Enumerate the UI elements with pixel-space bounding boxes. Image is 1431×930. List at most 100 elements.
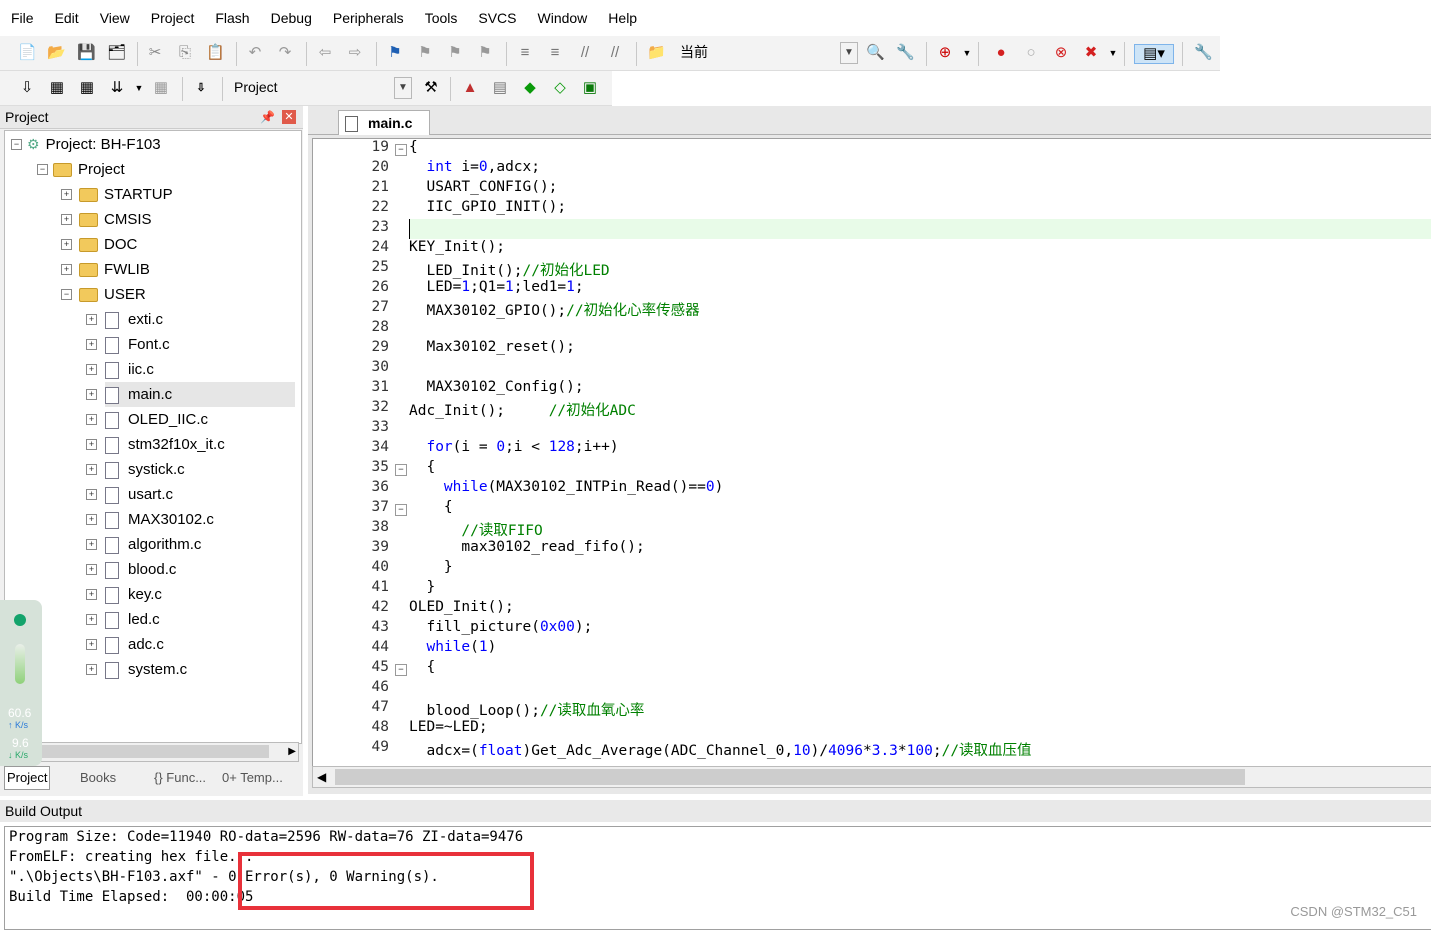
chevron-down-icon[interactable]: ▼: [840, 42, 858, 64]
build-output-text[interactable]: Program Size: Code=11940 RO-data=2596 RW…: [4, 826, 1431, 930]
open-file-icon[interactable]: 📂: [47, 44, 66, 62]
collapse-icon[interactable]: −: [61, 289, 72, 300]
chevron-down-icon[interactable]: ▼: [958, 44, 976, 62]
incremental-find-icon[interactable]: 🔧: [896, 44, 915, 62]
expand-icon[interactable]: +: [86, 589, 97, 600]
tree-file[interactable]: led.c: [105, 607, 160, 632]
chevron-down-icon[interactable]: ▼: [130, 79, 148, 97]
undo-icon[interactable]: ↶: [246, 44, 264, 62]
clear-bookmarks-icon[interactable]: ⚑: [476, 44, 494, 62]
tree-file[interactable]: blood.c: [105, 557, 176, 582]
scrollbar-thumb[interactable]: [7, 745, 269, 758]
bookmark-icon[interactable]: ⚑: [386, 44, 404, 62]
load-icon[interactable]: ⇩: [192, 79, 210, 97]
panel-tab-0[interactable]: Project: [4, 766, 51, 790]
prev-bookmark-icon[interactable]: ⚑: [416, 44, 434, 62]
find-icon[interactable]: 🔍: [866, 44, 885, 62]
panel-tab-1[interactable]: Books: [80, 766, 116, 790]
translate-icon[interactable]: ⇩: [18, 79, 36, 97]
expand-icon[interactable]: +: [86, 614, 97, 625]
paste-icon[interactable]: 📋: [206, 44, 225, 62]
tree-horizontal-scrollbar[interactable]: ▶: [4, 742, 299, 762]
menu-item-flash[interactable]: Flash: [204, 10, 259, 26]
tree-folder-user[interactable]: USER: [79, 282, 146, 307]
expand-icon[interactable]: +: [86, 539, 97, 550]
menu-item-peripherals[interactable]: Peripherals: [322, 10, 414, 26]
tree-file[interactable]: stm32f10x_it.c: [105, 432, 225, 457]
window-layout-icon[interactable]: ▤▾: [1134, 44, 1174, 64]
indent-icon[interactable]: ≡: [516, 44, 534, 62]
collapse-icon[interactable]: −: [11, 139, 22, 150]
tree-file[interactable]: main.c: [105, 382, 295, 407]
tree-file[interactable]: MAX30102.c: [105, 507, 214, 532]
menu-item-svcs[interactable]: SVCS: [467, 10, 526, 26]
scroll-left-icon[interactable]: ◀: [317, 767, 326, 787]
save-icon[interactable]: 💾: [77, 44, 96, 62]
target-options-icon[interactable]: ⚒: [422, 79, 440, 97]
panel-tab-2[interactable]: {} Func...: [154, 766, 206, 790]
fold-icon[interactable]: −: [395, 144, 407, 156]
code-view[interactable]: 19−{20 int i=0,adcx; 21 USART_CONFIG(); 22…: [312, 138, 1431, 768]
tree-project-root[interactable]: ⚙ Project: BH-F103: [27, 132, 161, 157]
tree-file[interactable]: algorithm.c: [105, 532, 201, 557]
project-target-combo[interactable]: Project ▼: [230, 77, 412, 99]
expand-icon[interactable]: +: [61, 239, 72, 250]
tree-folder-fwlib[interactable]: FWLIB: [79, 257, 150, 282]
scroll-right-icon[interactable]: ▶: [288, 743, 296, 761]
collapse-icon[interactable]: −: [37, 164, 48, 175]
expand-icon[interactable]: +: [86, 414, 97, 425]
menu-item-view[interactable]: View: [89, 10, 140, 26]
tab-main-c[interactable]: main.c: [338, 110, 430, 135]
find-in-files-icon[interactable]: 📁: [647, 44, 666, 62]
expand-icon[interactable]: +: [86, 364, 97, 375]
select-packs-icon[interactable]: ◇: [551, 79, 569, 97]
target-combo[interactable]: 当前 ▼: [676, 42, 858, 64]
stop-build-icon[interactable]: ▦: [152, 79, 170, 97]
debug-session-icon[interactable]: ⊕: [936, 44, 954, 62]
chevron-down-icon[interactable]: ▼: [1104, 44, 1122, 62]
cut-icon[interactable]: ✂: [146, 44, 164, 62]
tree-file[interactable]: usart.c: [105, 482, 173, 507]
scrollbar-thumb[interactable]: [335, 769, 1245, 785]
tree-folder-cmsis[interactable]: CMSIS: [79, 207, 152, 232]
expand-icon[interactable]: +: [86, 464, 97, 475]
nav-forward-icon[interactable]: ⇨: [346, 44, 364, 62]
menu-item-tools[interactable]: Tools: [414, 10, 468, 26]
manage-components-icon[interactable]: ◆: [521, 79, 539, 97]
tree-file[interactable]: system.c: [105, 657, 187, 682]
build-icon[interactable]: ▦: [48, 79, 66, 97]
comment-icon[interactable]: //: [576, 44, 594, 62]
tree-file[interactable]: key.c: [105, 582, 162, 607]
file-extensions-icon[interactable]: ▤: [491, 79, 509, 97]
expand-icon[interactable]: +: [86, 489, 97, 500]
menu-item-project[interactable]: Project: [140, 10, 205, 26]
menu-item-file[interactable]: File: [0, 10, 44, 26]
expand-icon[interactable]: +: [86, 389, 97, 400]
batch-build-icon[interactable]: ⇊: [108, 79, 126, 97]
menu-item-debug[interactable]: Debug: [260, 10, 322, 26]
expand-icon[interactable]: +: [86, 339, 97, 350]
tree-file[interactable]: Font.c: [105, 332, 170, 357]
close-icon[interactable]: ✕: [282, 110, 296, 124]
kill-breakpoints-icon[interactable]: ✖: [1082, 44, 1100, 62]
fold-icon[interactable]: −: [395, 504, 407, 516]
uncomment-icon[interactable]: //: [606, 44, 624, 62]
unindent-icon[interactable]: ≡: [546, 44, 564, 62]
manage-project-icon[interactable]: ▲: [461, 79, 479, 97]
panel-tab-3[interactable]: 0+ Temp...: [222, 766, 283, 790]
expand-icon[interactable]: +: [61, 214, 72, 225]
menu-item-help[interactable]: Help: [597, 10, 647, 26]
editor-horizontal-scrollbar[interactable]: ◀: [312, 766, 1431, 788]
menu-item-edit[interactable]: Edit: [44, 10, 89, 26]
save-all-icon[interactable]: 🗂: [107, 44, 126, 62]
copy-icon[interactable]: ⎘: [176, 44, 194, 62]
tree-folder-startup[interactable]: STARTUP: [79, 182, 173, 207]
configure-icon[interactable]: 🔧: [1194, 44, 1213, 62]
expand-icon[interactable]: +: [86, 439, 97, 450]
tree-file[interactable]: iic.c: [105, 357, 154, 382]
nav-back-icon[interactable]: ⇦: [316, 44, 334, 62]
tree-file[interactable]: systick.c: [105, 457, 185, 482]
disable-breakpoint-icon[interactable]: ○: [1022, 44, 1040, 62]
chevron-down-icon[interactable]: ▼: [394, 77, 412, 99]
pin-icon[interactable]: 📌: [260, 106, 275, 128]
